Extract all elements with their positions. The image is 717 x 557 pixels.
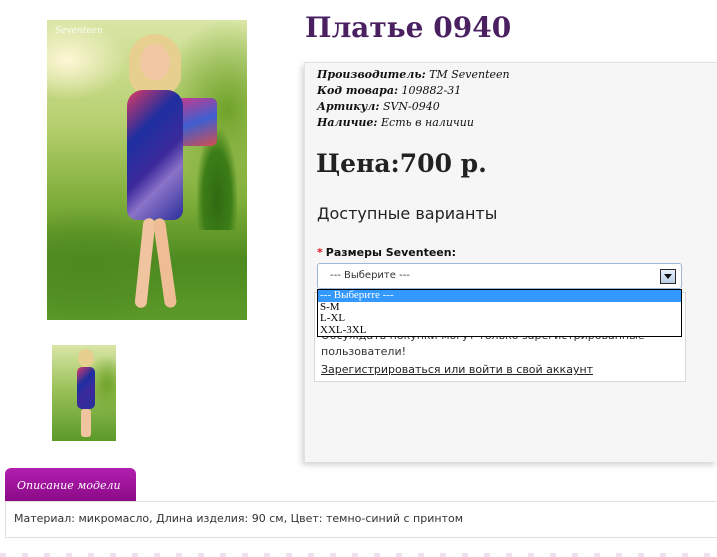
required-mark: *	[317, 246, 323, 259]
product-price: Цена:700 р.	[316, 149, 487, 178]
size-dropdown-list[interactable]: --- Выберите --- S-M L-XL XXL-3XL	[317, 289, 682, 337]
meta-availability: Наличие: Есть в наличии	[317, 116, 474, 129]
model-face	[140, 44, 170, 80]
size-select-value: --- Выберите ---	[330, 270, 410, 281]
description-text: Материал: микромасло, Длина изделия: 90 …	[14, 512, 464, 525]
size-option[interactable]: --- Выберите ---	[318, 289, 681, 302]
model-leg	[152, 217, 178, 309]
meta-article: Артикул: SVN-0940	[317, 100, 440, 113]
meta-manufacturer: Производитель: TM Seventeen	[317, 68, 510, 81]
product-meta: Производитель: TM Seventeen Код товара: …	[317, 67, 510, 131]
image-watermark: Seventeen	[55, 26, 103, 36]
product-main-image[interactable]: Seventeen	[47, 20, 247, 320]
bottom-decoration	[0, 553, 717, 557]
thumb-hair	[78, 349, 94, 367]
meta-product-code: Код товара: 109882-31	[317, 84, 462, 97]
thumb-legs	[81, 409, 91, 437]
dropdown-arrow-icon[interactable]	[660, 269, 676, 284]
size-select[interactable]: --- Выберите ---	[317, 263, 682, 289]
size-option[interactable]: XXL-3XL	[318, 324, 681, 337]
model-leg	[134, 217, 156, 309]
dress-sleeve	[177, 98, 217, 146]
tab-description[interactable]: Описание модели	[5, 468, 136, 501]
thumb-dress	[77, 367, 95, 409]
login-register-link[interactable]: Зарегистрироваться или войти в свой акка…	[321, 363, 593, 376]
product-thumbnail[interactable]	[52, 345, 116, 441]
size-option[interactable]: S-M	[318, 301, 681, 314]
options-heading: Доступные варианты	[317, 204, 498, 223]
size-label: * Размеры Seventeen:	[317, 246, 456, 259]
product-title: Платье 0940	[305, 11, 512, 44]
size-option[interactable]: L-XL	[318, 312, 681, 325]
tab-description-label: Описание модели	[17, 479, 121, 492]
dress	[127, 90, 183, 220]
